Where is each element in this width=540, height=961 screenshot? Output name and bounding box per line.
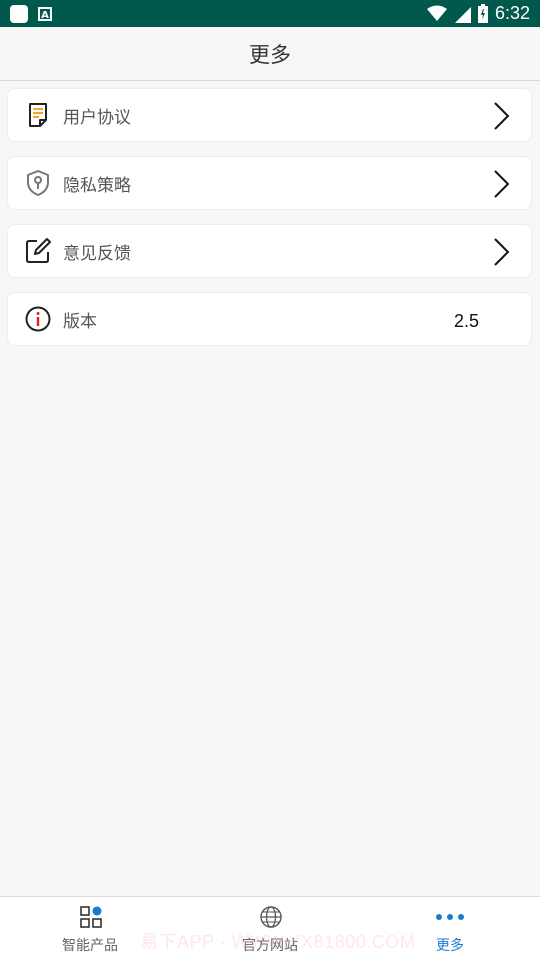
menu-item-user-agreement[interactable]: 用户协议 (7, 88, 532, 142)
watermark: 易下APP · WWW.YX81800.COM (140, 932, 416, 952)
info-icon (25, 306, 51, 332)
menu-item-label: 版本 (63, 312, 97, 332)
menu-item-label: 用户协议 (63, 108, 131, 128)
battery-icon (477, 3, 488, 23)
notification-a-icon: A (38, 7, 52, 21)
more-dots-icon (436, 914, 464, 920)
globe-icon (260, 906, 282, 928)
signal-icon (454, 6, 471, 23)
header: 更多 (0, 27, 540, 81)
grid-icon (80, 906, 102, 928)
menu-item-label: 隐私策略 (63, 176, 131, 196)
status-time: 6:32 (494, 3, 530, 23)
menu-item-privacy-policy[interactable]: 隐私策略 (7, 156, 532, 210)
document-icon (29, 103, 47, 127)
chevron-right-icon (494, 170, 510, 198)
status-bar: A 6:32 (0, 0, 540, 27)
chevron-right-icon (494, 238, 510, 266)
menu-item-feedback[interactable]: 意见反馈 (7, 224, 532, 278)
shield-icon (27, 170, 49, 196)
edit-icon (26, 238, 51, 263)
chevron-right-icon (494, 102, 510, 130)
page-title: 更多 (249, 42, 291, 67)
version-value: 2.5 (454, 311, 480, 331)
notification-square-icon (10, 5, 28, 23)
menu-item-label: 意见反馈 (63, 244, 131, 264)
menu-item-version: 版本 2.5 (7, 292, 532, 346)
wifi-icon (426, 5, 447, 21)
